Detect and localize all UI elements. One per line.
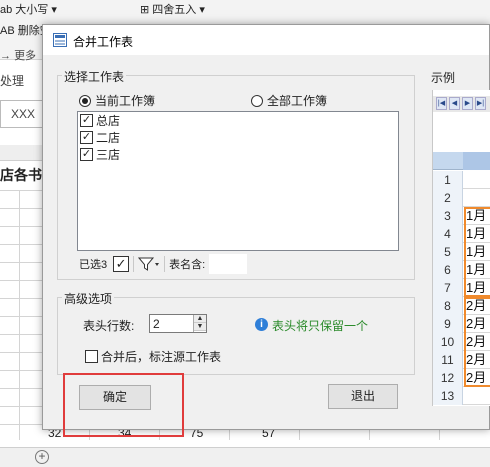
stepper-down-icon[interactable]: ▼ [194, 323, 206, 331]
ok-button-highlight [63, 373, 184, 437]
sheet-item-label: 二店 [96, 131, 121, 145]
annotate-label: 合并后，标注源工作表 [101, 350, 222, 364]
example-row-number: 12 [433, 369, 463, 387]
filter-label: 表名含: [169, 259, 206, 271]
example-row-number: 5 [433, 243, 463, 261]
sheet-checkbox[interactable] [80, 148, 93, 161]
example-sheet-tabs: |◀ ◀ ▶ ▶| [433, 96, 490, 112]
sheet-listbox[interactable]: 总店 二店 三店 [77, 111, 399, 251]
stepper-buttons[interactable]: ▲ ▼ [193, 315, 206, 332]
separator [133, 256, 135, 272]
separator [164, 256, 166, 272]
sheet-item-2[interactable]: 三店 [78, 146, 398, 163]
example-row-number: 6 [433, 261, 463, 279]
sheet-item-1[interactable]: 二店 [78, 129, 398, 146]
example-row-number: 8 [433, 297, 463, 315]
annotate-source-checkbox[interactable]: 合并后，标注源工作表 [85, 348, 221, 365]
example-row-number: 9 [433, 315, 463, 333]
example-row-number: 2 [433, 189, 463, 207]
example-title: 示例 [431, 71, 456, 85]
example-row: 13 [433, 387, 490, 405]
radio-current-workbook[interactable]: 当前工作簿 [79, 92, 155, 109]
next-sheet-icon: ▶ [462, 97, 473, 110]
ribbon-more-button[interactable]: → 更多 [0, 47, 36, 63]
status-bar [0, 447, 490, 467]
checkbox[interactable] [85, 350, 98, 363]
dialog-titlebar: 合并工作表 [43, 25, 489, 55]
filter-icon[interactable] [138, 256, 160, 272]
add-sheet-icon[interactable]: + [35, 450, 49, 464]
example-row-number: 1 [433, 171, 463, 189]
example-row-number: 10 [433, 333, 463, 351]
name-box[interactable]: XXX [0, 100, 44, 128]
header-rows-label: 表头行数: [83, 319, 135, 333]
example-column-header [433, 152, 490, 170]
ribbon-round-button[interactable]: ⊞ 四舍五入 ▾ [140, 1, 205, 17]
sheet-item-label: 三店 [96, 148, 121, 162]
radio-current-label: 当前工作簿 [95, 94, 156, 108]
advanced-options-title: 高级选项 [62, 290, 115, 307]
selected-count: 已选3 [79, 259, 108, 271]
example-column-a [463, 152, 490, 170]
example-group-box [464, 297, 490, 387]
merge-sheets-icon [53, 33, 67, 47]
prev-sheet-icon: ◀ [449, 97, 460, 110]
example-row-number: 3 [433, 207, 463, 225]
example-group-box [464, 207, 490, 297]
merge-sheets-dialog: 合并工作表 选择工作表 当前工作簿 全部工作簿 总店 二店 三店 已选3 ✓ [42, 24, 490, 437]
stepper-up-icon[interactable]: ▲ [194, 315, 206, 323]
sheet-checkbox[interactable] [80, 114, 93, 127]
example-row-number: 7 [433, 279, 463, 297]
example-row-number: 11 [433, 351, 463, 369]
radio-all-label: 全部工作簿 [267, 94, 328, 108]
sheet-item-label: 总店 [96, 114, 121, 128]
info-icon: i [255, 318, 268, 331]
sheet-checkbox[interactable] [80, 131, 93, 144]
select-all-check-icon[interactable]: ✓ [113, 256, 130, 272]
sheet-item-0[interactable]: 总店 [78, 112, 398, 129]
example-row: 1 [433, 171, 490, 189]
first-sheet-icon: |◀ [436, 97, 447, 110]
select-sheets-group-title: 选择工作表 [62, 68, 127, 85]
info-text: 表头将只保留一个 [272, 319, 369, 333]
ribbon-process-label: 处理 [0, 74, 25, 88]
exit-button[interactable]: 退出 [328, 384, 398, 409]
ribbon-case-button[interactable]: ab 大小写 ▾ [0, 1, 57, 17]
example-row-number: 13 [433, 387, 463, 405]
sheet-list-toolbar: 已选3 ✓ 表名含: [79, 253, 399, 275]
dialog-title: 合并工作表 [73, 35, 134, 49]
filter-input[interactable] [209, 254, 248, 274]
header-rows-stepper[interactable]: 2 ▲ ▼ [149, 314, 207, 333]
sheet-title-cell[interactable]: 店各书 [0, 165, 42, 185]
last-sheet-icon: ▶| [475, 97, 486, 110]
radio-dot[interactable] [251, 94, 263, 107]
radio-dot[interactable] [79, 94, 91, 107]
header-rows-value[interactable]: 2 [153, 317, 160, 331]
radio-all-workbooks[interactable]: 全部工作簿 [251, 92, 327, 109]
example-row-number: 4 [433, 225, 463, 243]
example-preview: |◀ ◀ ▶ ▶| 1 2 3 1月 4 1月 5 1月 6 1月 7 1月 8 2月 9 2月 10 2月 11 2… [432, 90, 490, 406]
example-row: 2 [433, 189, 490, 207]
